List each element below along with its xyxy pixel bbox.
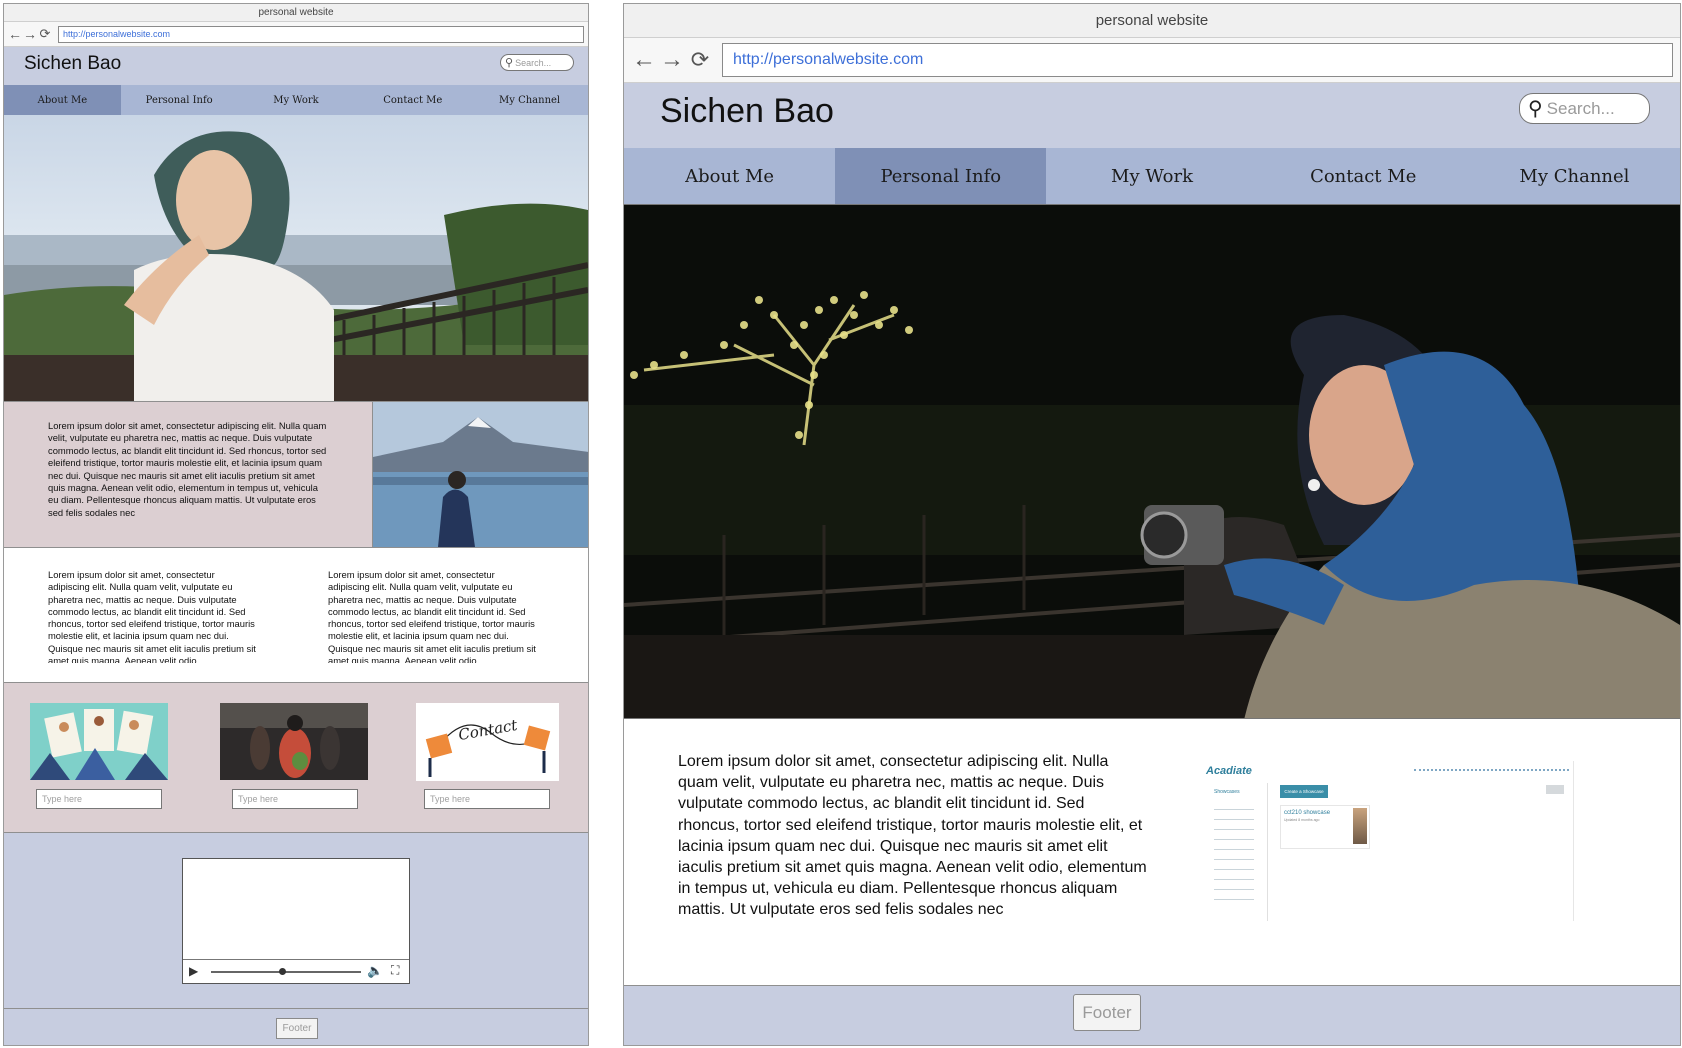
acadiate-edit-button — [1546, 785, 1564, 794]
search-icon: ⚲ — [505, 57, 514, 69]
acadiate-screenshot: Acadiate Showcases Create a Showcase cct… — [1204, 761, 1574, 921]
card-input-2[interactable]: Type here — [232, 789, 358, 809]
video-scrubber-knob[interactable] — [279, 968, 286, 975]
reload-icon[interactable]: ⟳ — [38, 25, 52, 43]
left-site-title: Sichen Bao — [24, 53, 122, 74]
right-search-placeholder: Search... — [1546, 98, 1615, 118]
right-address-bar[interactable]: http://personalwebsite.com — [722, 43, 1673, 77]
volume-icon[interactable]: 🔈 — [367, 963, 383, 979]
card-input-1-placeholder: Type here — [42, 794, 83, 804]
acadiate-sidebar: Showcases — [1204, 783, 1268, 921]
left-browser-window: personal website ← → ⟳ http://personalwe… — [3, 3, 589, 1046]
search-icon: ⚲ — [1528, 98, 1543, 120]
card-input-3-placeholder: Type here — [430, 794, 471, 804]
right-nav-my-work[interactable]: My Work — [1046, 148, 1257, 204]
left-column-text-1: Lorem ipsum dolor sit amet, consectetur … — [48, 569, 256, 663]
back-arrow-icon[interactable]: ← — [632, 45, 656, 75]
card-input-1[interactable]: Type here — [36, 789, 162, 809]
card-input-3[interactable]: Type here — [424, 789, 550, 809]
left-text-columns: Lorem ipsum dolor sit amet, consectetur … — [4, 548, 588, 683]
forward-arrow-icon[interactable]: → — [23, 25, 37, 43]
left-search-input[interactable]: ⚲ Search... — [500, 54, 574, 71]
back-arrow-icon[interactable]: ← — [8, 25, 22, 43]
video-scrubber[interactable] — [211, 971, 361, 973]
reload-icon[interactable]: ⟳ — [688, 45, 712, 75]
right-site-title: Sichen Bao — [660, 92, 834, 130]
card-image-resumes — [30, 703, 168, 780]
card-input-2-placeholder: Type here — [238, 794, 279, 804]
right-nav-my-channel[interactable]: My Channel — [1469, 148, 1680, 204]
card-image-contact: Contact — [416, 703, 559, 781]
video-controls: ▶ 🔈 ⛶ — [183, 959, 409, 983]
left-nav-about-me[interactable]: About Me — [4, 85, 121, 115]
fullscreen-icon[interactable]: ⛶ — [391, 963, 399, 978]
right-body-text: Lorem ipsum dolor sit amet, consectetur … — [678, 753, 1147, 919]
left-search-placeholder: Search... — [515, 57, 552, 68]
right-content-area: Lorem ipsum dolor sit amet, consectetur … — [624, 719, 1680, 985]
right-footer: Footer — [624, 985, 1680, 1045]
left-column-text-2: Lorem ipsum dolor sit amet, consectetur … — [328, 569, 536, 663]
right-url: http://personalwebsite.com — [733, 51, 924, 68]
acadiate-sidebar-heading: Showcases — [1214, 789, 1240, 795]
acadiate-create-button: Create a Showcase — [1280, 785, 1328, 798]
acadiate-card-title: cct210 showcase — [1284, 810, 1331, 816]
left-cards-panel: Type here Type here Contact Type here — [4, 683, 588, 833]
right-browser-window: personal website ← → ⟳ http://personalwe… — [623, 3, 1681, 1046]
left-footer-button[interactable]: Footer — [276, 1018, 318, 1039]
right-nav-contact-me[interactable]: Contact Me — [1258, 148, 1469, 204]
left-nav-personal-info[interactable]: Personal Info — [121, 85, 238, 115]
left-window-title: personal website — [258, 7, 334, 18]
right-hero-photo — [624, 204, 1680, 719]
right-window-title: personal website — [1095, 12, 1209, 29]
right-title-bar: personal website — [624, 4, 1680, 38]
left-url: http://personalwebsite.com — [63, 29, 171, 39]
left-title-bar: personal website — [4, 4, 588, 22]
acadiate-card-sub: Updated 8 months ago — [1284, 818, 1320, 822]
right-footer-button[interactable]: Footer — [1073, 994, 1141, 1031]
acadiate-card-thumb — [1353, 808, 1367, 844]
acadiate-card: cct210 showcase Updated 8 months ago — [1280, 805, 1370, 849]
acadiate-top-links — [1414, 769, 1569, 773]
card-image-crowd — [220, 703, 368, 780]
right-nav-about-me[interactable]: About Me — [624, 148, 835, 204]
video-player[interactable]: ▶ 🔈 ⛶ — [182, 858, 410, 984]
left-toolbar: ← → ⟳ http://personalwebsite.com — [4, 22, 588, 47]
forward-arrow-icon[interactable]: → — [660, 45, 684, 75]
left-footer: Footer — [4, 1009, 588, 1045]
right-toolbar: ← → ⟳ http://personalwebsite.com — [624, 38, 1680, 83]
right-nav-bar: About Me Personal Info My Work Contact M… — [624, 148, 1680, 204]
right-site-header: Sichen Bao ⚲ Search... — [624, 83, 1680, 148]
acadiate-sidebar-links — [1214, 803, 1254, 903]
right-search-input[interactable]: ⚲ Search... — [1519, 93, 1650, 124]
left-intro-text: Lorem ipsum dolor sit amet, consectetur … — [48, 420, 327, 518]
left-nav-my-channel[interactable]: My Channel — [471, 85, 588, 115]
left-address-bar[interactable]: http://personalwebsite.com — [58, 26, 584, 43]
right-nav-personal-info[interactable]: Personal Info — [835, 148, 1047, 204]
acadiate-logo: Acadiate — [1206, 765, 1252, 777]
left-site-header: Sichen Bao ⚲ Search... — [4, 47, 588, 85]
play-icon[interactable]: ▶ — [189, 964, 198, 978]
left-nav-my-work[interactable]: My Work — [238, 85, 355, 115]
left-intro-panel: Lorem ipsum dolor sit amet, consectetur … — [4, 401, 588, 548]
left-video-section: ▶ 🔈 ⛶ — [4, 833, 588, 1009]
left-hero-photo — [4, 115, 588, 401]
left-nav-bar: About Me Personal Info My Work Contact M… — [4, 85, 588, 115]
left-mountain-photo — [372, 402, 588, 547]
left-nav-contact-me[interactable]: Contact Me — [354, 85, 471, 115]
